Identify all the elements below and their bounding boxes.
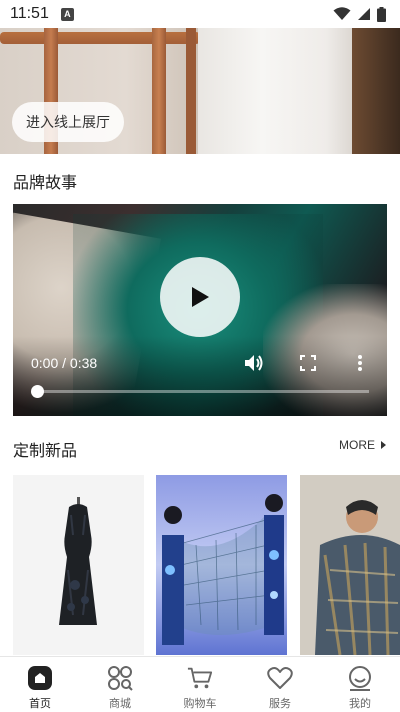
tab-service[interactable]: 服务: [240, 657, 320, 712]
dress-image: [198, 28, 358, 154]
status-icons: [333, 6, 386, 22]
smile-icon: [347, 665, 373, 691]
volume-button[interactable]: [243, 352, 265, 374]
tab-label: 服务: [269, 697, 291, 710]
product-card[interactable]: [156, 475, 287, 655]
video-progress-track[interactable]: [37, 390, 369, 393]
tab-label: 购物车: [183, 697, 217, 710]
tab-mine[interactable]: 我的: [320, 657, 400, 712]
brand-story-title: 品牌故事: [13, 173, 78, 192]
volume-icon: [245, 355, 263, 371]
grid-icon: [107, 665, 133, 691]
product-image-qipao: [13, 475, 144, 655]
tab-label: 商城: [109, 697, 131, 710]
tab-label: 首页: [29, 697, 51, 710]
tab-label: 我的: [349, 697, 371, 710]
chair-back: [186, 28, 196, 154]
fullscreen-icon: [300, 355, 316, 371]
cart-icon: [187, 665, 213, 691]
product-card[interactable]: [13, 475, 144, 655]
hero-shadow: [352, 28, 400, 154]
hero-banner[interactable]: 进入线上展厅: [0, 28, 400, 154]
tab-cart[interactable]: 购物车: [160, 657, 240, 712]
chair-leg: [152, 28, 166, 154]
signal-icon: [358, 8, 370, 20]
status-bar: 11:51 A: [0, 0, 400, 28]
more-link[interactable]: MORE: [339, 438, 386, 452]
home-icon: [27, 665, 53, 691]
notification-icon: A: [60, 7, 74, 21]
enter-showroom-button[interactable]: 进入线上展厅: [12, 102, 124, 142]
custom-new-title: 定制新品: [13, 441, 78, 460]
tab-mall[interactable]: 商城: [80, 657, 160, 712]
bottom-tab-bar: 首页 商城 购物车 服务 我的: [0, 656, 400, 712]
product-image-net-installation: [156, 475, 287, 655]
chair-image: [0, 32, 200, 44]
brand-video-player[interactable]: 0:00 / 0:38: [13, 204, 387, 416]
tab-home[interactable]: 首页: [0, 657, 80, 712]
more-label: MORE: [339, 438, 375, 452]
status-time: 11:51: [10, 5, 49, 22]
fullscreen-button[interactable]: [297, 352, 319, 374]
battery-icon: [377, 6, 386, 22]
product-image-coat-model: [300, 475, 400, 655]
video-progress-knob[interactable]: [31, 385, 44, 398]
caret-right-icon: [381, 441, 386, 449]
play-icon: [192, 287, 209, 307]
more-vert-icon: [358, 355, 362, 371]
heart-icon: [267, 665, 293, 691]
play-button[interactable]: [160, 257, 240, 337]
wifi-icon: [333, 7, 351, 20]
video-time: 0:00 / 0:38: [31, 355, 98, 371]
more-options-button[interactable]: [349, 352, 371, 374]
video-shade: [13, 336, 387, 416]
product-card[interactable]: [300, 475, 400, 655]
